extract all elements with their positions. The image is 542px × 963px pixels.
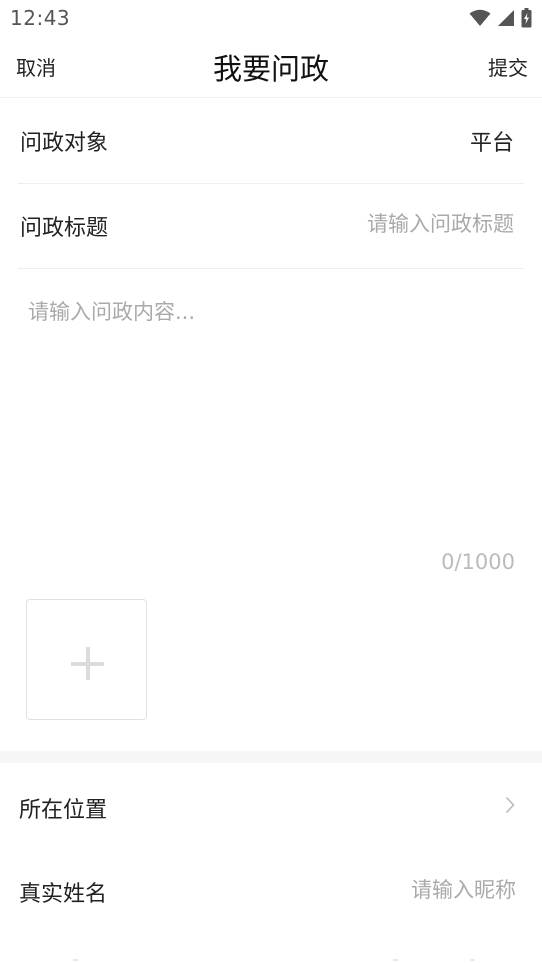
page-title: 我要问政 <box>212 52 329 86</box>
nav-bar: 取消 我要问政 提交 <box>0 36 542 98</box>
location-label: 所在位置 <box>19 798 108 823</box>
status-bar: 12:43 <box>0 0 542 36</box>
partial-next-row <box>0 955 542 963</box>
status-time: 12:43 <box>10 6 71 30</box>
battery-charging-icon <box>521 8 532 28</box>
status-icons <box>469 7 532 29</box>
target-label: 问政对象 <box>20 131 109 156</box>
section-divider <box>0 751 542 763</box>
location-row[interactable]: 所在位置 <box>0 763 542 847</box>
target-value: 平台 <box>469 131 514 156</box>
wifi-icon <box>469 9 491 27</box>
submit-button[interactable]: 提交 <box>488 52 528 81</box>
chevron-right-icon <box>505 796 515 818</box>
target-row[interactable]: 问政对象 平台 <box>18 98 524 184</box>
add-image-button[interactable] <box>26 599 147 720</box>
cellular-signal-icon <box>497 9 515 27</box>
char-counter: 0/1000 <box>441 550 515 574</box>
real-name-label: 真实姓名 <box>19 882 108 907</box>
real-name-row: 真实姓名 <box>0 847 542 931</box>
content-textarea[interactable] <box>18 286 524 536</box>
title-input[interactable] <box>284 207 514 241</box>
real-name-input[interactable] <box>286 873 516 907</box>
title-row: 问政标题 <box>18 183 524 269</box>
title-label: 问政标题 <box>20 216 109 241</box>
